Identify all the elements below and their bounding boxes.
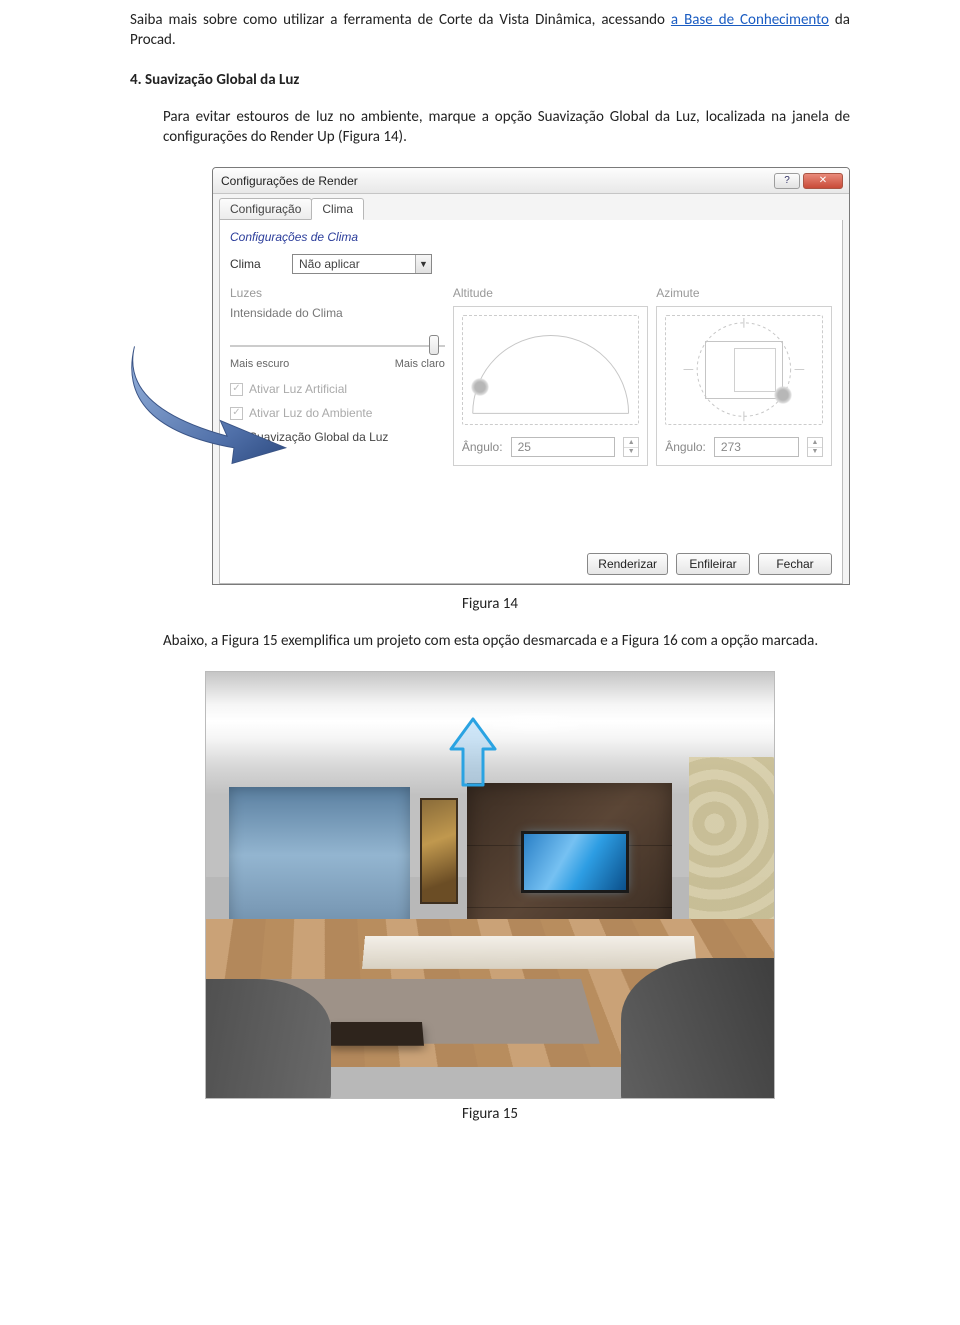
clima-row: Clima Não aplicar ▼ [230,254,832,274]
btn-renderizar[interactable]: Renderizar [587,553,668,575]
tab-clima[interactable]: Clima [311,198,364,220]
render-cabinet [362,936,697,969]
figure-14-caption: Figura 14 [130,595,850,613]
btn-enfileirar[interactable]: Enfileirar [676,553,750,575]
dialog-button-row: Renderizar Enfileirar Fechar [587,553,832,575]
altitude-angle-input[interactable]: 25 [511,437,616,457]
altitude-spinner[interactable]: ▲ ▼ [623,437,639,457]
azimute-angle-label: Ângulo: [665,440,706,454]
render-painting [422,800,456,902]
azimute-box: Ângulo: 273 ▲ ▼ [656,306,832,466]
azimute-spinner[interactable]: ▲ ▼ [807,437,823,457]
panel-azimute: Azimute [656,286,832,466]
tab-list: Configuração Clima [213,194,849,220]
altitude-angle-row: Ângulo: 25 ▲ ▼ [462,437,639,457]
render-sofa-left [205,979,331,1099]
render-image [205,671,775,1099]
figure-15-container [205,671,775,1099]
help-button[interactable]: ? [774,173,800,189]
btn-fechar[interactable]: Fechar [758,553,832,575]
panel-luzes-title: Luzes [230,286,445,300]
panel-azimute-title: Azimute [656,286,832,300]
intensidade-label: Intensidade do Clima [230,306,445,320]
altitude-angle-label: Ângulo: [462,440,503,454]
help-icon: ? [784,175,790,186]
dialog-titlebar: Configurações de Render ? ✕ [213,168,849,194]
between-paragraph: Abaixo, a Figura 15 exemplifica um proje… [163,631,850,651]
spinner-up-icon: ▲ [808,438,822,448]
slider-max: Mais claro [395,358,445,370]
callout-up-arrow-icon [445,715,501,791]
azimute-diagram[interactable] [665,315,823,425]
sun-icon [471,378,489,396]
clima-value: Não aplicar [293,257,415,271]
clima-label: Clima [230,257,270,271]
kb-link[interactable]: a Base de Conhecimento [671,11,829,29]
panels-row: Luzes Intensidade do Clima Mais escuro M… [230,286,832,466]
clima-combobox[interactable]: Não aplicar ▼ [292,254,432,274]
azimute-angle-row: Ângulo: 273 ▲ ▼ [665,437,823,457]
intro-text-before: Saiba mais sobre como utilizar a ferrame… [130,11,671,29]
dialog-title: Configurações de Render [221,174,771,188]
spinner-up-icon: ▲ [624,438,638,448]
altitude-diagram[interactable] [462,315,639,425]
spinner-down-icon: ▼ [808,448,822,457]
render-coffee-table [329,1022,424,1046]
spinner-down-icon: ▼ [624,448,638,457]
floorplan-icon [705,341,783,399]
panel-altitude-title: Altitude [453,286,648,300]
figure-14-container: Configurações de Render ? ✕ Configuração… [130,167,850,587]
section-paragraph: Para evitar estouros de luz no ambiente,… [163,107,850,148]
altitude-arc [463,316,638,423]
render-tv [524,834,626,889]
intro-paragraph: Saiba mais sobre como utilizar a ferrame… [130,10,850,51]
panel-altitude: Altitude Ângulo: 25 [453,286,648,466]
chevron-down-icon: ▼ [415,255,431,273]
close-icon: ✕ [819,175,827,186]
slider-thumb[interactable] [429,335,439,355]
callout-arrow-blue [115,337,310,467]
group-title: Configurações de Clima [230,230,832,244]
figure-15-caption: Figura 15 [130,1105,850,1123]
altitude-box: Ângulo: 25 ▲ ▼ [453,306,648,466]
azimute-angle-input[interactable]: 273 [714,437,799,457]
render-sofa-right [621,958,775,1100]
tab-configuracao[interactable]: Configuração [219,198,312,220]
close-button[interactable]: ✕ [803,173,843,189]
section-heading: 4. Suavização Global da Luz [130,71,850,89]
dialog-body: Configurações de Clima Clima Não aplicar… [219,220,843,584]
